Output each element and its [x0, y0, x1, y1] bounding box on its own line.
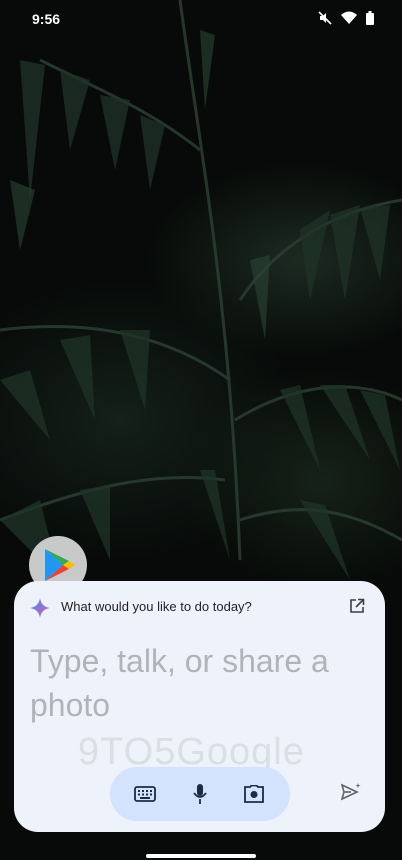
battery-icon: [366, 11, 374, 25]
mic-icon[interactable]: [187, 781, 213, 807]
wifi-icon: [341, 11, 357, 25]
keyboard-icon[interactable]: [132, 781, 158, 807]
status-time: 9:56: [32, 11, 61, 27]
panel-header: What would you like to do today?: [30, 597, 369, 619]
mute-icon: [318, 11, 332, 25]
play-logo: [45, 549, 75, 581]
open-in-new-icon[interactable]: [349, 598, 365, 619]
prompt-input[interactable]: Type, talk, or share a photo: [30, 639, 360, 727]
assistant-panel: What would you like to do today? Type, t…: [14, 581, 385, 832]
home-indicator[interactable]: [146, 854, 256, 858]
sparkle-icon: [30, 598, 50, 623]
camera-icon[interactable]: [241, 781, 267, 807]
send-icon[interactable]: [340, 783, 361, 806]
input-mode-pill: [110, 767, 290, 821]
status-bar: 9:56: [0, 0, 402, 38]
prompt-title: What would you like to do today?: [61, 599, 252, 614]
